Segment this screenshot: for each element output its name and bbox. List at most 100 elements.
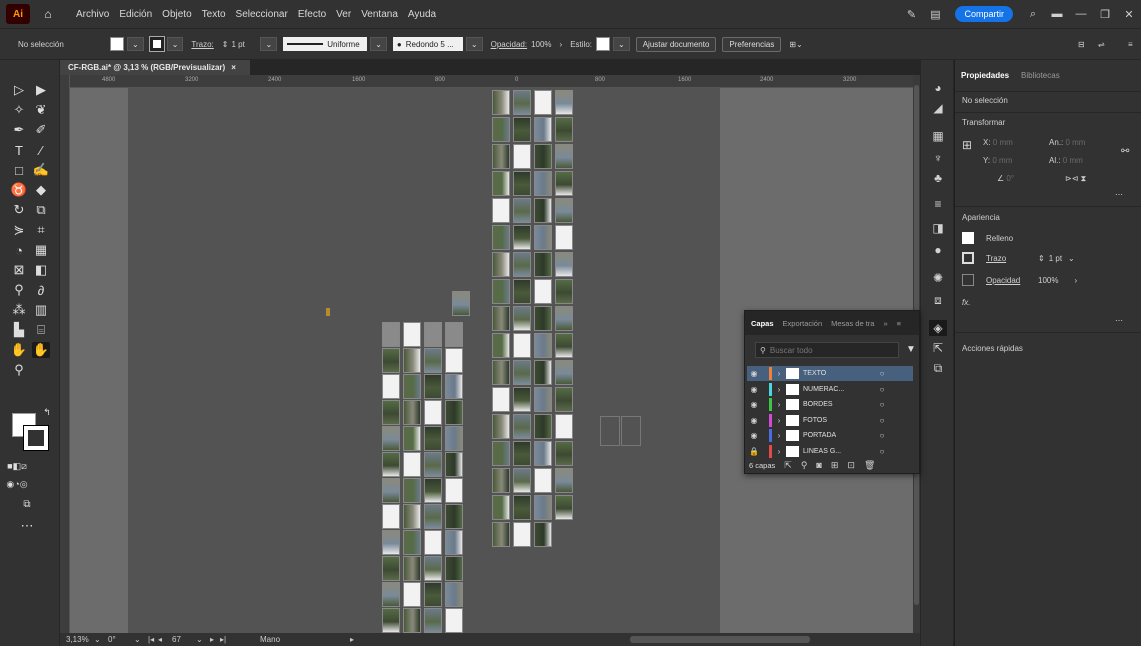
lock-icon[interactable]: 🔒 <box>747 447 761 456</box>
opacity-label[interactable]: Opacidad <box>986 276 1030 285</box>
artboard-thumbnail[interactable] <box>382 504 400 529</box>
artboard-thumbnail[interactable] <box>513 306 531 331</box>
pen-tool-icon[interactable]: ✒ <box>10 122 28 138</box>
menu-efecto[interactable]: Efecto <box>298 9 326 20</box>
color-mode-icon[interactable]: ■◧⧄ <box>7 458 27 474</box>
artboard-thumbnail[interactable] <box>513 387 531 412</box>
artboard-thumbnail[interactable] <box>534 90 552 115</box>
adjust-document-button[interactable]: Ajustar documento <box>635 36 717 52</box>
artboard-thumbnail[interactable] <box>403 608 421 633</box>
opacity-row[interactable]: Opacidad 100% › <box>962 274 1077 286</box>
more-options-icon[interactable]: ⋯ <box>1115 190 1123 199</box>
artboard-thumbnail[interactable] <box>403 530 421 555</box>
stroke-swatch-icon[interactable] <box>962 252 974 264</box>
opacity-value[interactable]: 100% <box>1038 276 1058 285</box>
home-icon[interactable]: ⌂ <box>40 6 56 22</box>
menu-objeto[interactable]: Objeto <box>162 9 191 20</box>
shaper-tool-icon[interactable]: ♉ <box>10 182 28 198</box>
artboard-thumbnail[interactable] <box>403 556 421 581</box>
search-icon[interactable]: ⌕ <box>1024 6 1042 22</box>
visibility-eye-icon[interactable]: ◉ <box>747 431 761 440</box>
close-tab-icon[interactable]: × <box>231 63 236 72</box>
tab-properties[interactable]: Propiedades <box>961 71 1009 80</box>
fx-button[interactable]: fx. <box>962 298 970 307</box>
artboard-thumbnail[interactable] <box>555 387 573 412</box>
opacity-value[interactable]: 100% <box>531 40 551 49</box>
artboard-thumbnail[interactable] <box>424 530 442 555</box>
artboard-thumbnail[interactable] <box>424 426 442 451</box>
stroke-dropdown-icon[interactable]: ⌄ <box>1068 254 1075 263</box>
reference-point-icon[interactable]: ⊞ <box>962 138 972 152</box>
artboard-thumbnail[interactable] <box>492 360 510 385</box>
artboard-thumbnail[interactable] <box>403 426 421 451</box>
artboard-thumbnail[interactable] <box>445 530 463 555</box>
stroke-stepper-icon[interactable]: ⇕ <box>1038 254 1045 263</box>
new-layer-icon[interactable]: ⊡ <box>847 460 855 471</box>
fill-swatch-icon[interactable] <box>962 232 974 244</box>
blend-tool-icon[interactable]: ∂ <box>32 282 50 298</box>
target-circle-icon[interactable]: ○ <box>875 416 889 425</box>
magic-wand-icon[interactable]: ✧ <box>10 102 28 118</box>
layer-name[interactable]: PORTADA <box>803 432 875 439</box>
artboard-thumbnail[interactable] <box>424 348 442 373</box>
menu-seleccionar[interactable]: Seleccionar <box>236 9 288 20</box>
artboard-thumbnail[interactable] <box>492 387 510 412</box>
menu-ayuda[interactable]: Ayuda <box>408 9 436 20</box>
perspective-grid-icon[interactable]: ▦ <box>32 242 50 258</box>
artboard-thumbnail[interactable] <box>534 117 552 142</box>
artboard-thumbnail[interactable] <box>424 322 442 347</box>
artboard-thumbnail[interactable] <box>534 171 552 196</box>
variable-width-profile[interactable]: Uniforme <box>283 37 368 51</box>
transform-icon[interactable]: ⇌ <box>1098 40 1105 49</box>
stroke-dropdown[interactable]: ⌄ <box>166 37 184 51</box>
artboard-thumbnail[interactable] <box>555 144 573 169</box>
y-value[interactable]: 0 mm <box>992 156 1012 165</box>
share-button[interactable]: Compartir <box>955 6 1013 22</box>
more-tools-icon[interactable]: ⋯ <box>18 518 36 534</box>
empty-artboard[interactable] <box>600 416 620 446</box>
artboard-thumbnail[interactable] <box>534 279 552 304</box>
cc-libraries-icon[interactable]: ▦ <box>929 128 947 144</box>
artboard-thumbnail[interactable] <box>492 333 510 358</box>
artboard-thumbnail[interactable] <box>382 582 400 607</box>
lasso-icon[interactable]: ❦ <box>32 102 50 118</box>
tab-export[interactable]: Exportación <box>783 319 823 328</box>
screen-mode-icon[interactable]: ⧉ <box>18 496 36 512</box>
document-tab[interactable]: CF-RGB.ai* @ 3,13 % (RGB/Previsualizar) … <box>60 60 250 75</box>
artboard-thumbnail[interactable] <box>403 322 421 347</box>
artboard-thumbnail[interactable] <box>424 608 442 633</box>
layer-name[interactable]: NUMERAC... <box>803 386 875 393</box>
mesh-tool-icon[interactable]: ⊠ <box>10 262 28 278</box>
target-circle-icon[interactable]: ○ <box>875 431 889 440</box>
minimize-icon[interactable]: — <box>1072 6 1090 22</box>
layers-search-input[interactable]: ⚲ Buscar todo <box>755 342 899 358</box>
expand-chevron-icon[interactable]: › <box>772 400 786 409</box>
artboard-thumbnail[interactable] <box>513 252 531 277</box>
target-circle-icon[interactable]: ○ <box>875 385 889 394</box>
artboard-thumbnail[interactable] <box>424 400 442 425</box>
artboard-thumbnail[interactable] <box>445 348 463 373</box>
profile-dropdown[interactable]: ⌄ <box>370 37 387 51</box>
eyedropper-icon[interactable]: ⚲ <box>10 282 28 298</box>
artboard-thumbnail[interactable] <box>534 468 552 493</box>
tab-libraries[interactable]: Bibliotecas <box>1021 71 1060 80</box>
slice-tool-icon[interactable]: ⌸ <box>32 322 50 338</box>
artboard-thumbnail[interactable] <box>513 198 531 223</box>
artboard-thumbnail[interactable] <box>382 426 400 451</box>
curvature-tool-icon[interactable]: ✐ <box>32 122 50 138</box>
artboard-thumbnail[interactable] <box>445 400 463 425</box>
clipping-mask-icon[interactable]: ◙ <box>816 460 821 470</box>
artboard-thumbnail[interactable] <box>555 198 573 223</box>
artboard-thumbnail[interactable] <box>534 360 552 385</box>
artboard-thumbnail[interactable] <box>382 452 400 477</box>
artboard-thumbnail[interactable] <box>555 90 573 115</box>
restore-icon[interactable]: ❐ <box>1096 6 1114 22</box>
brushes-icon[interactable]: ♆ <box>929 150 947 166</box>
layer-name[interactable]: TEXTO <box>803 370 875 377</box>
angle-dropdown-icon[interactable]: ⌄ <box>134 635 148 644</box>
artboard-thumbnail[interactable] <box>555 468 573 493</box>
artboard-thumbnail[interactable] <box>534 252 552 277</box>
symbols-icon[interactable]: ♣ <box>929 170 947 186</box>
artboard-thumbnail[interactable] <box>492 495 510 520</box>
layers-panel-icon[interactable]: ◈ <box>929 320 947 336</box>
